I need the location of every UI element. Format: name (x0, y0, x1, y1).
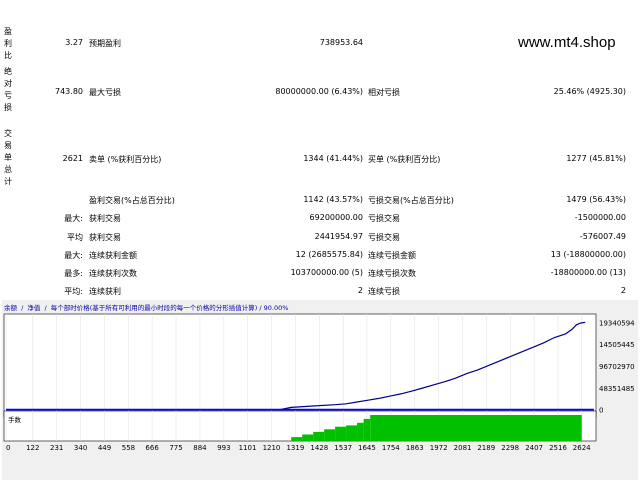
lot-bar (335, 426, 347, 441)
average-profit-trade-label: 获利交易 (89, 233, 121, 242)
x-tick-label: 2407 (525, 444, 543, 452)
x-tick-label: 2624 (573, 444, 591, 452)
average-label: 平均 (67, 233, 83, 242)
x-tick-label: 993 (217, 444, 230, 452)
avg-consecutive-losses-value: 2 (620, 286, 626, 295)
max-consecutive-losses-value: 13 (-18800000.00) (550, 250, 626, 259)
y-tick-label: 0 (599, 407, 603, 415)
x-tick-label: 884 (193, 444, 207, 452)
expected-payoff-label: 预期盈利 (89, 39, 121, 48)
lot-bar (357, 422, 364, 441)
largest-profit-trade-label: 获利交易 (89, 214, 121, 223)
x-tick-label: 1972 (430, 444, 448, 452)
x-tick-label: 775 (169, 444, 182, 452)
lots-label: 手数 (8, 416, 21, 424)
largest-loss-trade-label: 亏损交易 (368, 214, 400, 223)
expected-payoff-value: 738953.64 (319, 38, 363, 47)
maximal-label: 最多: (64, 269, 83, 278)
x-tick-label: 1645 (358, 444, 376, 452)
x-tick-label: 340 (74, 444, 87, 452)
avg-consecutive-wins-value: 2 (357, 286, 363, 295)
y-tick-label: 19340594 (599, 319, 635, 327)
average-loss-trade-value: -576007.49 (579, 232, 626, 241)
x-tick-label: 449 (98, 444, 111, 452)
max-consecutive-wins-label: 连续获利金额 (89, 251, 137, 260)
lot-bar (324, 429, 336, 441)
y-tick-label: 48351485 (599, 385, 635, 393)
average-profit-trade-value: 2441954.97 (314, 232, 363, 241)
lot-bar (302, 434, 314, 441)
lot-bar (291, 437, 303, 441)
x-tick-label: 231 (50, 444, 63, 452)
x-tick-label: 666 (145, 444, 159, 452)
max-drawdown-label: 最大亏损 (89, 88, 121, 97)
maximal-consecutive-loss-label: 连续亏损次数 (368, 269, 416, 278)
y-tick-label: 14505445 (599, 341, 635, 349)
label-total-trades: 交易单总计 (4, 129, 12, 186)
x-tick-label: 558 (122, 444, 135, 452)
relative-drawdown-value: 25.46% (4925.30) (553, 87, 626, 96)
largest-label: 最大: (64, 214, 83, 223)
balance-chart: 0 48351485 96702970 14505445 19340594 0 122 23… (3, 313, 635, 452)
maximal-consecutive-profit-value: 103700000.00 (5) (290, 268, 363, 277)
watermark-text: www.mt4.shop (518, 34, 616, 51)
lot-bar (363, 418, 371, 441)
maximal-consecutive-profit-label: 连续获利次数 (89, 269, 137, 278)
max-consecutive-losses-label: 连续亏损金额 (368, 251, 416, 260)
x-tick-label: 1101 (239, 444, 257, 452)
maximum-label: 最大: (64, 251, 83, 260)
x-tick-label: 1210 (263, 444, 281, 452)
x-tick-label: 2516 (549, 444, 567, 452)
x-tick-label: 122 (26, 444, 39, 452)
x-tick-label: 1319 (286, 444, 304, 452)
x-tick-label: 2189 (477, 444, 495, 452)
x-tick-label: 1863 (406, 444, 424, 452)
y-tick-label: 96702970 (599, 363, 635, 371)
largest-loss-trade-value: -1500000.00 (574, 213, 626, 222)
main-plot-area (3, 313, 597, 418)
lot-bar (378, 415, 582, 441)
graph-caption: 每个部时价格(基于所有可利用的最小时段的每一个价格的分形插值计算) / 90.0… (50, 304, 289, 312)
lot-bar (313, 431, 325, 441)
loss-trades-label: 亏损交易(%占总百分比) (368, 196, 454, 205)
long-positions-value: 1277 (45.81%) (566, 154, 626, 163)
max-consecutive-wins-value: 12 (2685575.84) (295, 250, 363, 259)
short-positions-label: 卖单 (%获利百分比) (89, 155, 162, 164)
x-tick-label: 1428 (310, 444, 328, 452)
average-loss-trade-label: 亏损交易 (368, 233, 400, 242)
lot-bar (370, 415, 379, 441)
avg-consecutive-wins-label: 连续获利 (89, 287, 121, 296)
short-positions-value: 1344 (41.44%) (303, 154, 363, 163)
relative-drawdown-label: 相对亏损 (368, 88, 400, 97)
strategy-tester-graph: 0 48351485 96702970 14505445 19340594 0 122 23… (2, 300, 638, 480)
tab-balance[interactable]: 余额 (4, 304, 17, 312)
x-tick-label: 1754 (382, 444, 400, 452)
label-absolute-drawdown: 绝对亏损 (4, 67, 12, 112)
profit-trades-label: 盈利交易(%占总百分比) (89, 196, 175, 205)
x-tick-label: 2298 (501, 444, 519, 452)
x-tick-label: 2081 (454, 444, 472, 452)
loss-trades-value: 1479 (56.43%) (566, 195, 626, 204)
x-tick-label: 1537 (334, 444, 352, 452)
label-profit-factor: 盈利比 (4, 27, 12, 60)
absolute-drawdown-value: 743.80 (55, 87, 83, 96)
max-drawdown-value: 80000000.00 (6.43%) (275, 87, 363, 96)
profit-trades-value: 1142 (43.57%) (303, 195, 363, 204)
lot-bar (346, 425, 358, 441)
average-consecutive-label: 平均: (64, 287, 83, 296)
tab-equity[interactable]: 净值 (27, 304, 40, 312)
total-trades-value: 2621 (62, 154, 83, 163)
profit-factor-value: 3.27 (65, 38, 83, 47)
long-positions-label: 买单 (%获利百分比) (368, 155, 441, 164)
largest-profit-trade-value: 69200000.00 (309, 213, 363, 222)
maximal-consecutive-loss-value: -18800000.00 (13) (550, 268, 626, 277)
x-tick-label: 0 (6, 444, 10, 452)
avg-consecutive-losses-label: 连续亏损 (368, 287, 400, 296)
report-table: www.mt4.shop 盈利比 绝对亏损 交易单总计 3.27 预期盈利 73… (0, 0, 640, 300)
